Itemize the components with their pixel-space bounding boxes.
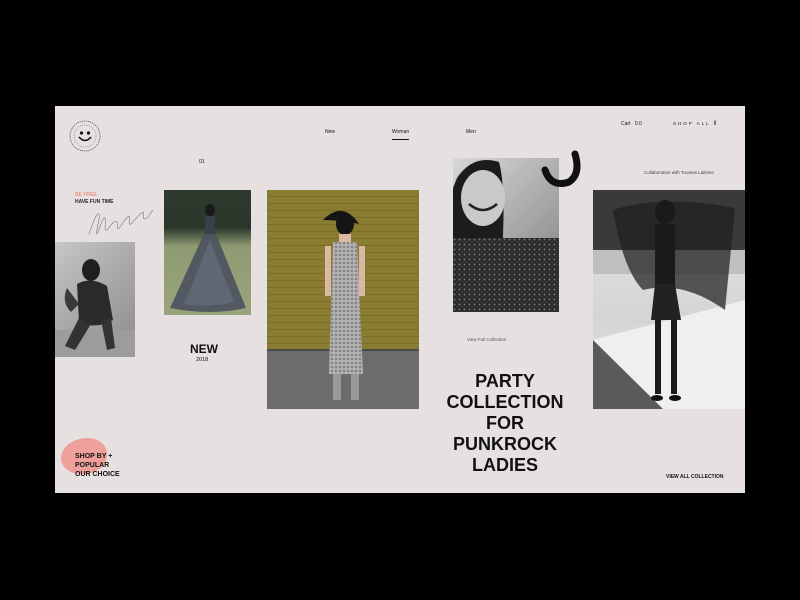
headline-line-3: FOR xyxy=(486,413,524,433)
view-all-collection-link[interactable]: VIEW ALL COLLECTION xyxy=(666,474,724,480)
nav-men-link[interactable]: Men xyxy=(466,129,476,135)
headline-line-4: PUNKROCK xyxy=(452,434,557,454)
page: New Woman Men Cart 0.0 SHOP ALL ‖ 01 BE … xyxy=(55,106,745,493)
signature-image xyxy=(88,209,154,235)
photo-sequin-dress[interactable] xyxy=(267,190,419,409)
logo-badge[interactable] xyxy=(67,118,103,154)
smiley-badge-icon xyxy=(69,120,101,152)
new-title: NEW xyxy=(190,342,218,356)
slide-number: 01 xyxy=(199,159,205,165)
view-full-collection-link[interactable]: View Full Collection xyxy=(467,337,506,342)
photo-scarf-woman[interactable] xyxy=(593,190,745,409)
nav-woman-link[interactable]: Woman xyxy=(392,129,409,135)
nav-item-new[interactable]: New xyxy=(325,120,335,138)
shop-by-menu[interactable]: SHOP BY + POPULAR OUR CHOICE xyxy=(75,452,120,479)
shop-by-popular[interactable]: POPULAR xyxy=(75,461,120,470)
shop-by-label[interactable]: SHOP BY + xyxy=(75,452,120,461)
cart-count: 0.0 xyxy=(634,121,642,127)
new-year: 2018 xyxy=(196,357,209,363)
nav-item-men[interactable]: Men xyxy=(466,120,476,138)
brush-stroke-icon xyxy=(541,150,581,187)
headline: PARTY COLLECTION FOR PUNKROCK LADIES xyxy=(420,371,590,476)
shop-by-our-choice[interactable]: OUR CHOICE xyxy=(75,470,120,479)
sitting-woman-figure xyxy=(55,259,135,357)
shop-all-button[interactable]: SHOP ALL ‖ xyxy=(673,121,716,127)
cart-label: Cart xyxy=(621,121,631,127)
photo-gown-woman[interactable] xyxy=(164,190,251,315)
gown-woman-figure xyxy=(170,204,246,312)
scarf-woman-figure xyxy=(593,190,745,409)
tagline-be-free: BE FREE xyxy=(75,192,97,198)
shop-all-label: SHOP ALL xyxy=(673,121,711,126)
nav-new-link[interactable]: New xyxy=(325,129,335,135)
photo-sitting-woman[interactable] xyxy=(55,242,135,357)
headline-line-1: PARTY xyxy=(475,371,535,391)
sequin-dress-figure xyxy=(267,210,419,409)
cart-button[interactable]: Cart 0.0 xyxy=(621,121,642,127)
menu-bars-icon: ‖ xyxy=(713,121,717,127)
collaboration-text: Collaboration with Tuomas Laitinen xyxy=(644,170,715,175)
headline-line-2: COLLECTION xyxy=(446,392,564,412)
nav-item-woman[interactable]: Woman xyxy=(392,120,410,140)
headline-line-5: LADIES xyxy=(471,455,538,475)
